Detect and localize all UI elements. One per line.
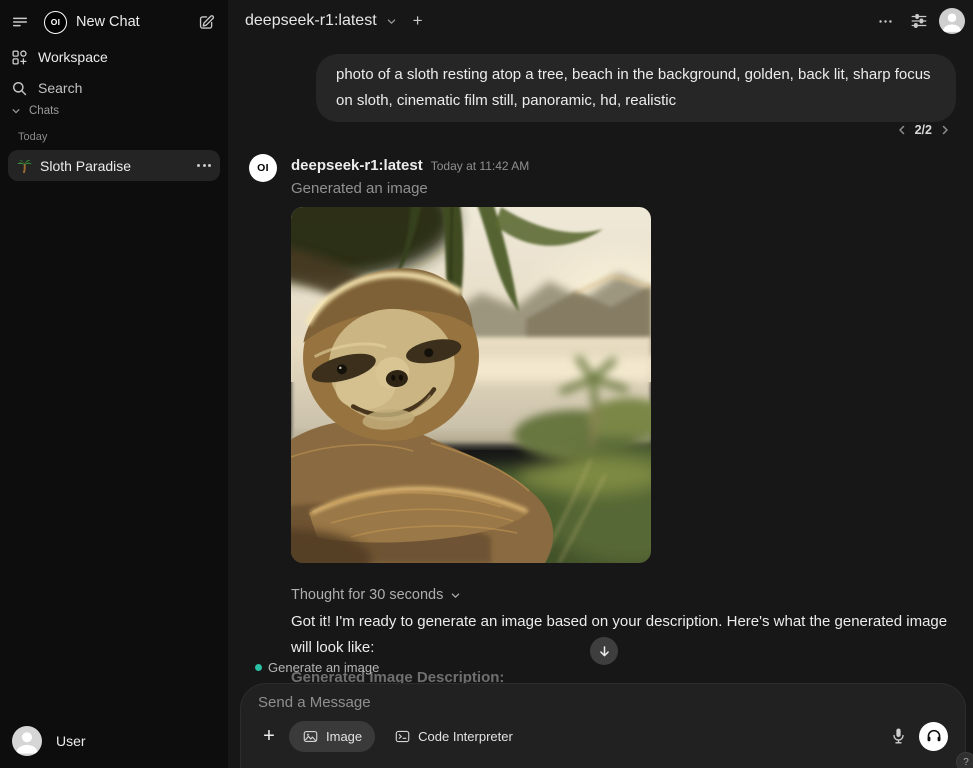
assistant-name-row: deepseek-r1:latest Today at 11:42 AM bbox=[291, 157, 529, 174]
sidebar: OI New Chat Workspace bbox=[0, 0, 228, 768]
composer-toolbar: + Image Code bbox=[251, 720, 955, 752]
new-chat-button[interactable]: New Chat bbox=[76, 14, 140, 30]
arrow-down-icon bbox=[597, 644, 612, 659]
user-name: User bbox=[56, 733, 86, 749]
message-timestamp: Today at 11:42 AM bbox=[431, 159, 530, 173]
assistant-message-text: Got it! I'm ready to generate an image b… bbox=[291, 609, 953, 660]
new-chat-pencil-button[interactable] bbox=[192, 8, 220, 36]
image-toggle-label: Image bbox=[326, 729, 362, 744]
page-indicator: 2/2 bbox=[915, 123, 932, 137]
microphone-icon bbox=[889, 725, 908, 747]
hamburger-icon bbox=[11, 13, 29, 31]
prev-page-button[interactable] bbox=[896, 124, 908, 136]
chevron-down-icon bbox=[11, 106, 21, 116]
sidebar-item-label: Search bbox=[38, 80, 82, 96]
chat-controls-button[interactable] bbox=[905, 7, 933, 35]
person-icon bbox=[939, 8, 965, 34]
account-avatar-button[interactable] bbox=[939, 8, 965, 34]
thought-label: Thought for 30 seconds bbox=[291, 587, 443, 603]
chat-header: deepseek-r1:latest + bbox=[228, 0, 973, 42]
chat-list-item-sloth-paradise[interactable]: Sloth Paradise bbox=[8, 150, 220, 181]
new-chat-plus-button[interactable]: + bbox=[407, 9, 429, 33]
headphones-icon bbox=[925, 727, 943, 745]
message-composer: Send a Message + Image bbox=[240, 683, 966, 768]
app-root: OI New Chat Workspace bbox=[0, 0, 973, 768]
message-pagination: 2/2 bbox=[896, 123, 951, 137]
scroll-to-bottom-button[interactable] bbox=[590, 637, 618, 665]
terminal-icon bbox=[394, 728, 411, 745]
chats-group-label: Today bbox=[18, 131, 47, 143]
code-interpreter-label: Code Interpreter bbox=[418, 729, 513, 744]
sidebar-header: OI New Chat bbox=[0, 8, 228, 36]
code-interpreter-toggle-button[interactable]: Code Interpreter bbox=[381, 721, 526, 752]
sidebar-item-search[interactable]: Search bbox=[4, 73, 224, 103]
voice-call-button[interactable] bbox=[919, 722, 948, 751]
ellipsis-icon bbox=[877, 13, 894, 30]
search-icon bbox=[11, 80, 28, 97]
app-logo: OI bbox=[44, 11, 67, 34]
generated-image[interactable] bbox=[291, 207, 651, 563]
message-input[interactable]: Send a Message bbox=[258, 694, 948, 711]
header-actions bbox=[871, 0, 965, 42]
help-button[interactable]: ? bbox=[956, 752, 973, 768]
sidebar-item-label: Workspace bbox=[38, 49, 108, 65]
generated-image-status: Generated an image bbox=[291, 180, 428, 197]
next-page-button[interactable] bbox=[939, 124, 951, 136]
chat-menu-button[interactable] bbox=[871, 7, 899, 35]
assistant-name: deepseek-r1:latest bbox=[291, 157, 423, 174]
composer-right-actions bbox=[889, 722, 948, 751]
palm-tree-icon bbox=[17, 158, 32, 173]
chat-item-menu-button[interactable] bbox=[197, 164, 211, 167]
user-menu-button[interactable]: User bbox=[6, 722, 222, 760]
image-icon bbox=[302, 728, 319, 745]
clipped-section-heading: Generated Image Description: bbox=[291, 669, 711, 683]
chevron-down-icon bbox=[450, 590, 461, 601]
microphone-button[interactable] bbox=[889, 725, 908, 747]
pencil-square-icon bbox=[197, 13, 216, 32]
chats-section-label: Chats bbox=[29, 105, 59, 117]
chats-section-toggle[interactable]: Chats bbox=[11, 105, 59, 117]
sidebar-toggle-button[interactable] bbox=[6, 8, 34, 36]
image-toggle-button[interactable]: Image bbox=[289, 721, 375, 752]
assistant-avatar: OI bbox=[249, 154, 277, 182]
sidebar-item-workspace[interactable]: Workspace bbox=[4, 42, 224, 72]
model-name: deepseek-r1:latest bbox=[245, 12, 377, 30]
attach-button[interactable]: + bbox=[255, 722, 283, 750]
chat-title: Sloth Paradise bbox=[40, 158, 197, 174]
user-message-bubble: photo of a sloth resting atop a tree, be… bbox=[316, 54, 956, 122]
user-avatar bbox=[12, 726, 42, 756]
model-selector[interactable]: deepseek-r1:latest bbox=[245, 12, 397, 30]
sliders-icon bbox=[910, 12, 928, 30]
main-panel: deepseek-r1:latest + bbox=[228, 0, 973, 768]
status-dot-icon bbox=[255, 664, 262, 671]
thought-toggle[interactable]: Thought for 30 seconds bbox=[291, 587, 461, 603]
chevron-down-icon bbox=[386, 16, 397, 27]
workspace-grid-icon bbox=[11, 49, 28, 66]
